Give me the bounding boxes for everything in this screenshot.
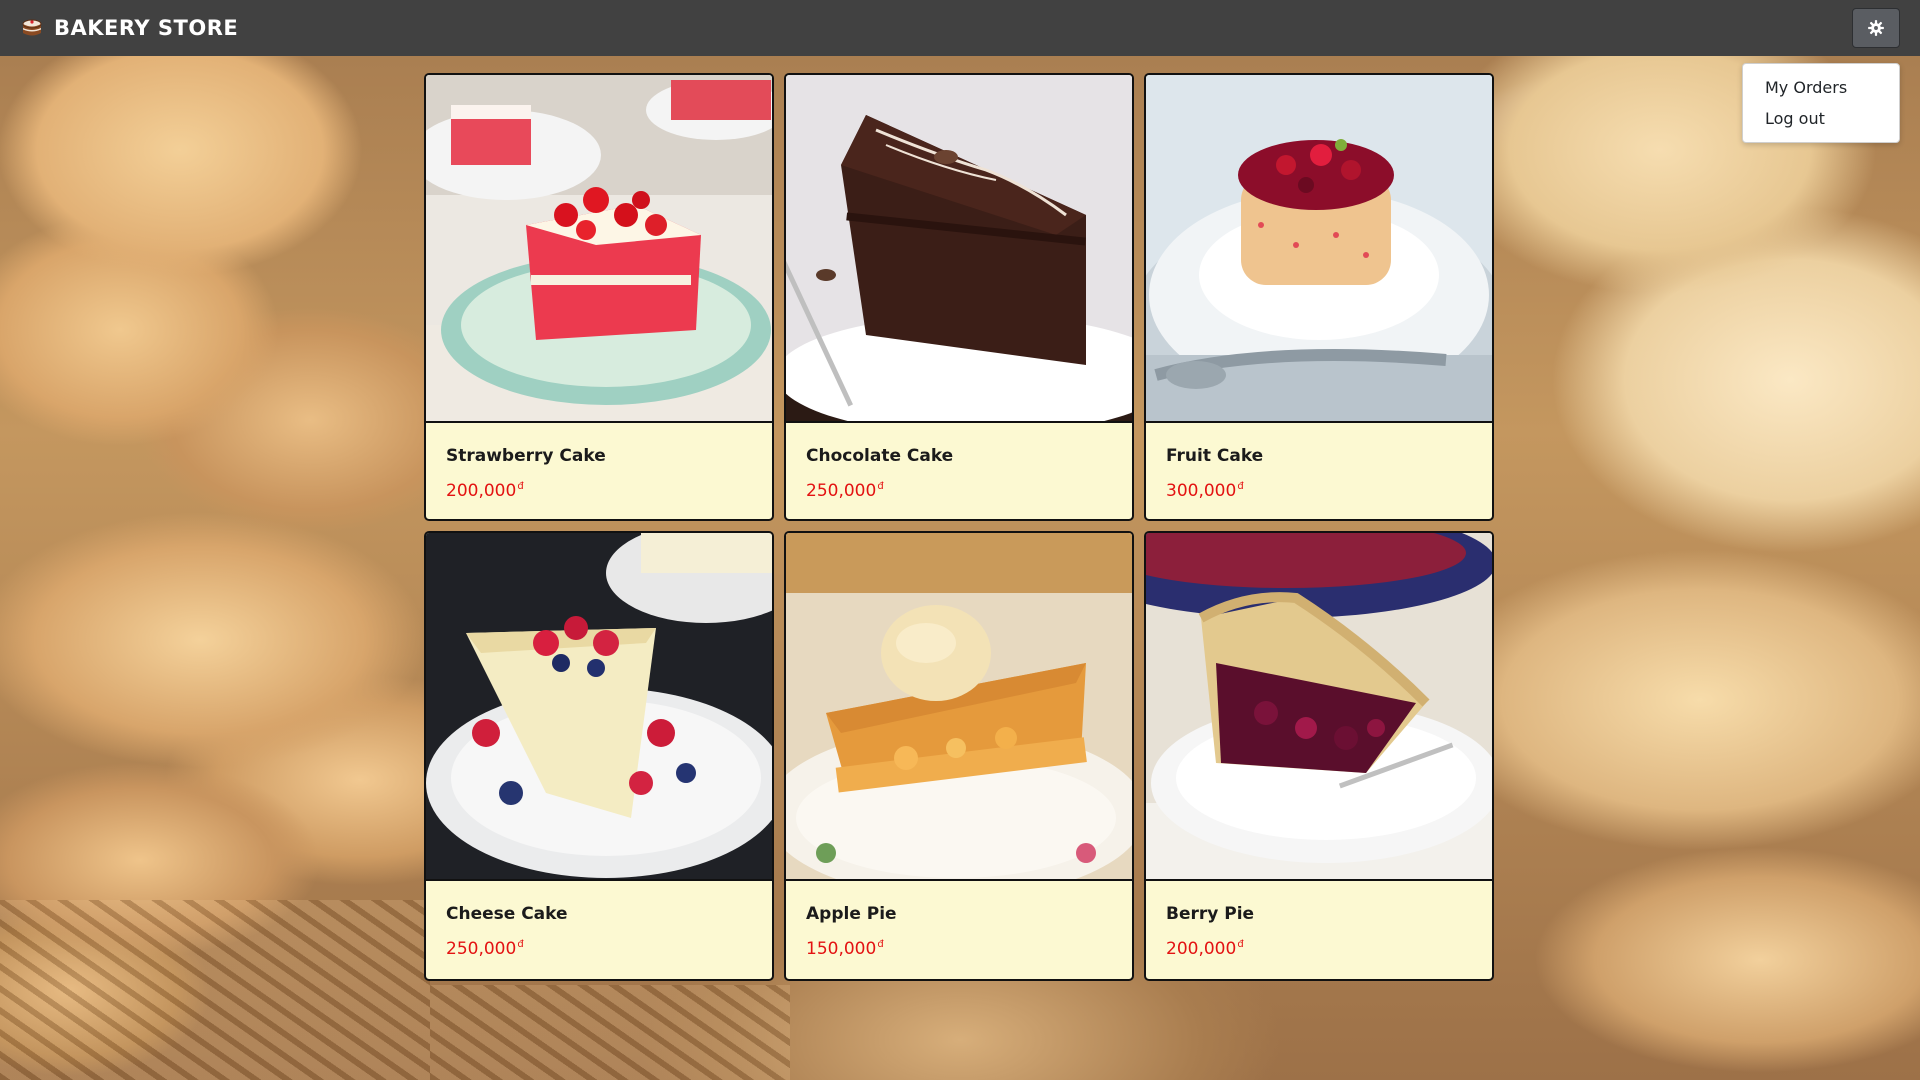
basket-weave-bottom bbox=[430, 985, 790, 1080]
product-card-berry-pie[interactable]: Berry Pie 200,000đ bbox=[1144, 531, 1494, 981]
product-price: 250,000đ bbox=[446, 939, 524, 959]
currency-symbol: đ bbox=[1237, 481, 1244, 492]
product-name: Apple Pie bbox=[806, 904, 897, 924]
product-price: 200,000đ bbox=[446, 481, 524, 501]
product-card-chocolate-cake[interactable]: Chocolate Cake 250,000đ bbox=[784, 73, 1134, 521]
product-grid: Strawberry Cake 200,000đ Chocolate Cake bbox=[424, 73, 1496, 981]
top-navbar: BAKERY STORE bbox=[0, 0, 1920, 56]
product-card-apple-pie[interactable]: Apple Pie 150,000đ bbox=[784, 531, 1134, 981]
product-name: Chocolate Cake bbox=[806, 446, 954, 466]
product-card-strawberry-cake[interactable]: Strawberry Cake 200,000đ bbox=[424, 73, 774, 521]
gear-icon bbox=[1867, 19, 1885, 37]
currency-symbol: đ bbox=[517, 939, 524, 950]
settings-dropdown-menu: My Orders Log out bbox=[1742, 63, 1900, 143]
currency-symbol: đ bbox=[1237, 939, 1244, 950]
strawberry-cake-photo[interactable] bbox=[426, 75, 772, 423]
chocolate-cake-photo[interactable] bbox=[786, 75, 1132, 423]
cake-icon bbox=[20, 16, 44, 40]
brand-link[interactable]: BAKERY STORE bbox=[20, 16, 238, 40]
menu-item-log-out[interactable]: Log out bbox=[1743, 103, 1899, 134]
currency-symbol: đ bbox=[517, 481, 524, 492]
product-name: Fruit Cake bbox=[1166, 446, 1264, 466]
settings-button[interactable] bbox=[1852, 8, 1900, 48]
apple-pie-photo[interactable] bbox=[786, 533, 1132, 881]
fruit-cake-photo[interactable] bbox=[1146, 75, 1492, 423]
product-price: 150,000đ bbox=[806, 939, 884, 959]
currency-symbol: đ bbox=[877, 481, 884, 492]
product-price: 250,000đ bbox=[806, 481, 884, 501]
cheese-cake-photo[interactable] bbox=[426, 533, 772, 881]
basket-weave-left bbox=[0, 900, 430, 1080]
currency-symbol: đ bbox=[877, 939, 884, 950]
product-card-cheese-cake[interactable]: Cheese Cake 250,000đ bbox=[424, 531, 774, 981]
product-name: Berry Pie bbox=[1166, 904, 1255, 924]
berry-pie-photo[interactable] bbox=[1146, 533, 1492, 881]
menu-item-my-orders[interactable]: My Orders bbox=[1743, 72, 1899, 103]
product-price: 200,000đ bbox=[1166, 939, 1244, 959]
product-name: Strawberry Cake bbox=[446, 446, 606, 466]
product-name: Cheese Cake bbox=[446, 904, 568, 924]
product-price: 300,000đ bbox=[1166, 481, 1244, 501]
product-card-fruit-cake[interactable]: Fruit Cake 300,000đ bbox=[1144, 73, 1494, 521]
brand-title: BAKERY STORE bbox=[54, 16, 239, 40]
